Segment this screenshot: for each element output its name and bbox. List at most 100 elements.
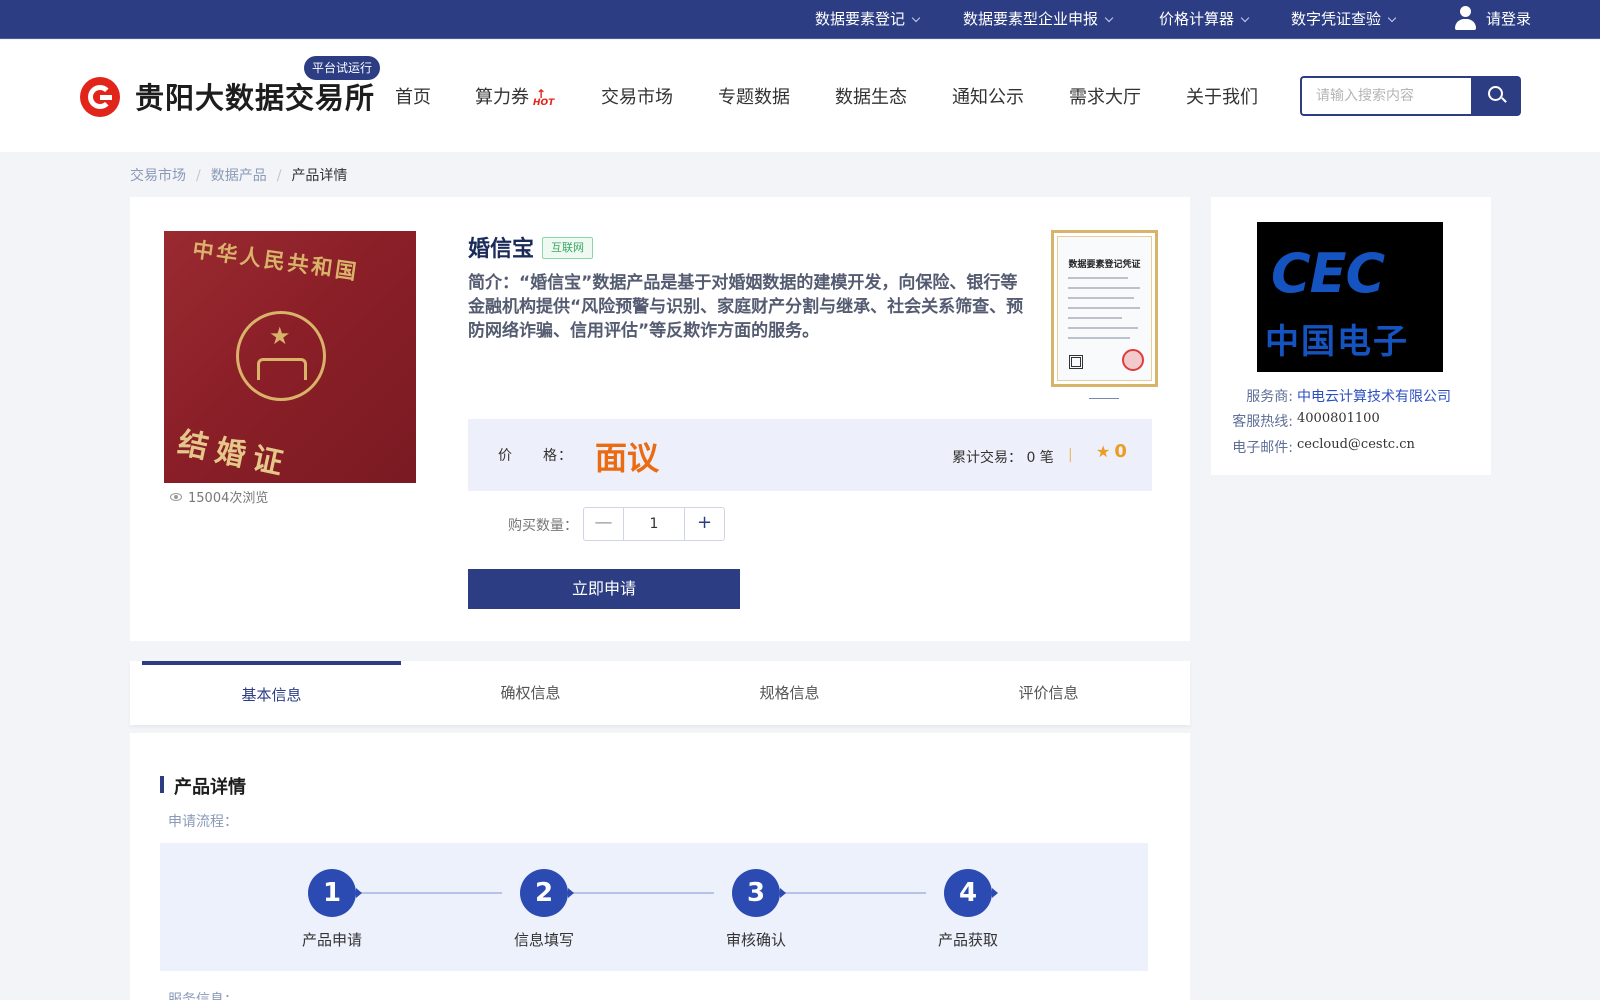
login-link[interactable]: 请登录: [1454, 0, 1531, 39]
section-title: 产品详情: [160, 773, 246, 799]
category-tag: 互联网: [542, 237, 593, 259]
topbar-certificate-check[interactable]: 数字凭证查验: [1291, 0, 1397, 39]
price-label: 价 格：: [498, 448, 573, 464]
rating: ★ 0: [1096, 441, 1127, 462]
nav-notices[interactable]: 通知公示: [952, 83, 1024, 109]
service-info-label: 服务信息：: [168, 992, 238, 1000]
provider-name-link[interactable]: 中电云计算技术有限公司: [1297, 386, 1451, 406]
product-image: 中华人民共和国 ★ 结婚证: [164, 231, 416, 483]
image-text-bottom: 结婚证: [174, 425, 294, 483]
hotline-value: 4000801100: [1297, 411, 1380, 426]
breadcrumb: 交易市场 / 数据产品 / 产品详情: [130, 165, 347, 185]
nav-home[interactable]: 首页: [395, 83, 431, 109]
trial-badge: 平台试运行: [304, 56, 380, 80]
price-box: 价 格： 面议 累计交易： 0 笔 | ★ 0: [468, 419, 1152, 491]
search-button[interactable]: [1471, 76, 1521, 116]
topbar-enterprise-application[interactable]: 数据要素型企业申报: [963, 0, 1114, 39]
step-label: 信息填写: [513, 931, 574, 949]
divider: |: [1068, 447, 1073, 463]
certificate-indicator: [1089, 398, 1119, 399]
step-label: 审核确认: [725, 931, 786, 949]
rating-value: 0: [1114, 441, 1127, 462]
step-label: 产品申请: [301, 931, 362, 949]
hotline-label: 客服热线:: [1232, 414, 1293, 430]
chevron-down-icon: [911, 13, 921, 23]
provider-logo-top: CEC: [1271, 242, 1385, 305]
email-label: 电子邮件:: [1232, 440, 1293, 456]
tab-rights-info[interactable]: 确权信息: [401, 661, 660, 725]
product-card: 中华人民共和国 ★ 结婚证 15004次浏览 婚信宝 互联网 简介：“婚信宝”数…: [130, 197, 1190, 641]
quantity-stepper: — 1 +: [583, 507, 725, 541]
view-count: 15004次浏览: [170, 487, 268, 506]
search-input[interactable]: [1300, 76, 1472, 116]
national-emblem-icon: ★: [236, 311, 326, 401]
quantity-value[interactable]: 1: [624, 508, 684, 540]
apply-now-button[interactable]: 立即申请: [468, 569, 740, 609]
quantity-label: 购买数量：: [508, 518, 578, 534]
main-header: 贵阳大数据交易所 平台试运行 首页 算力券HOT 交易市场 专题数据 数据生态 …: [0, 40, 1600, 152]
breadcrumb-separator: /: [276, 168, 282, 184]
logo-icon[interactable]: [80, 77, 120, 117]
eye-icon: [170, 493, 182, 501]
nav-topic-data[interactable]: 专题数据: [718, 83, 790, 109]
step-2: 2 信息填写: [484, 869, 604, 950]
star-icon: ★: [1096, 442, 1111, 461]
breadcrumb-separator: /: [196, 168, 201, 184]
user-icon: [1454, 5, 1476, 30]
breadcrumb-market[interactable]: 交易市场: [130, 168, 186, 184]
nav-compute-voucher-label: 算力券: [475, 87, 529, 108]
quantity-increment-button[interactable]: +: [684, 508, 724, 540]
hot-icon: HOT: [533, 87, 554, 108]
view-count-label: 15004次浏览: [188, 491, 269, 506]
price-value: 面议: [595, 439, 660, 477]
nav-market[interactable]: 交易市场: [601, 83, 673, 109]
provider-logo-bottom: 中国电子: [1265, 322, 1409, 362]
step-number: 3: [732, 869, 786, 917]
certificate-title: 数据要素登记凭证: [1068, 260, 1141, 270]
provider-card: CEC 中国电子 服务商: 中电云计算技术有限公司 客服热线: 40008011…: [1211, 197, 1491, 475]
login-label: 请登录: [1486, 10, 1532, 28]
step-1: 1 产品申请: [272, 869, 392, 950]
tab-basic-info[interactable]: 基本信息: [142, 661, 401, 725]
logo-text[interactable]: 贵阳大数据交易所: [135, 75, 375, 117]
seal-icon: [1122, 349, 1144, 371]
step-number: 2: [520, 869, 574, 917]
topbar-certificate-check-label: 数字凭证查验: [1291, 10, 1382, 28]
qr-code-icon: [1069, 355, 1083, 369]
step-label: 产品获取: [937, 931, 998, 949]
product-detail-section: 产品详情 申请流程： 1 产品申请 2 信息填写 3 审核确认 4 产品获取 服…: [130, 733, 1190, 1000]
product-title: 婚信宝: [468, 237, 535, 262]
total-deals: 累计交易： 0 笔: [952, 450, 1054, 466]
provider-logo: CEC 中国电子: [1257, 222, 1443, 372]
email-value: cecloud@cestc.cn: [1297, 437, 1415, 452]
topbar-price-calculator[interactable]: 价格计算器: [1159, 0, 1250, 39]
nav-ecosystem[interactable]: 数据生态: [835, 83, 907, 109]
process-label: 申请流程：: [168, 814, 238, 830]
topbar-enterprise-application-label: 数据要素型企业申报: [963, 10, 1099, 28]
registration-certificate[interactable]: 数据要素登记凭证: [1051, 230, 1158, 387]
breadcrumb-current: 产品详情: [291, 168, 348, 184]
chevron-down-icon: [1240, 13, 1250, 23]
breadcrumb-data-products[interactable]: 数据产品: [211, 168, 267, 184]
quantity-decrement-button[interactable]: —: [584, 508, 624, 540]
topbar-data-registration-label: 数据要素登记: [815, 10, 906, 28]
nav-about[interactable]: 关于我们: [1186, 83, 1258, 109]
provider-label: 服务商:: [1246, 389, 1293, 405]
step-4: 4 产品获取: [908, 869, 1028, 950]
step-number: 1: [308, 869, 362, 917]
step-3: 3 审核确认: [696, 869, 816, 950]
top-utility-bar: 数据要素登记 数据要素型企业申报 价格计算器 数字凭证查验 请登录: [0, 0, 1600, 39]
detail-tabs: 基本信息 确权信息 规格信息 评价信息: [130, 661, 1190, 725]
image-text-top: 中华人民共和国: [191, 237, 361, 285]
step-number: 4: [944, 869, 998, 917]
chevron-down-icon: [1104, 13, 1114, 23]
tab-spec-info[interactable]: 规格信息: [660, 661, 919, 725]
topbar-price-calculator-label: 价格计算器: [1159, 10, 1235, 28]
product-summary: 简介：“婚信宝”数据产品是基于对婚姻数据的建模开发，向保险、银行等金融机构提供“…: [468, 273, 1024, 341]
nav-demand-hall[interactable]: 需求大厅: [1069, 83, 1141, 109]
chevron-down-icon: [1387, 13, 1397, 23]
tab-review-info[interactable]: 评价信息: [919, 661, 1178, 725]
application-steps: 1 产品申请 2 信息填写 3 审核确认 4 产品获取: [160, 843, 1148, 971]
topbar-data-registration[interactable]: 数据要素登记: [815, 0, 921, 39]
nav-compute-voucher[interactable]: 算力券HOT: [475, 83, 554, 109]
